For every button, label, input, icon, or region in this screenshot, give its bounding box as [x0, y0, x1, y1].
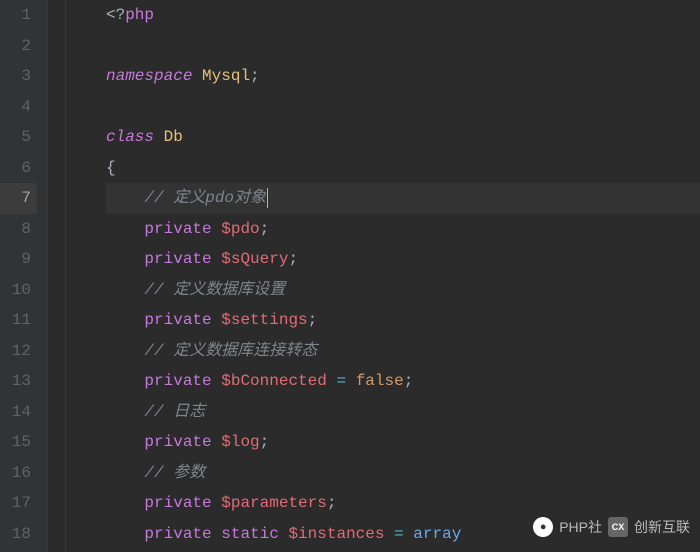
line-number: 17 — [0, 488, 37, 519]
code-line[interactable]: private $sQuery; — [106, 244, 700, 275]
text-cursor — [267, 188, 268, 208]
code-area[interactable]: <?php namespace Mysql; class Db{ // 定义pdo对… — [66, 0, 700, 552]
code-line[interactable]: private $pdo; — [106, 214, 700, 245]
line-number: 16 — [0, 458, 37, 489]
line-number: 5 — [0, 122, 37, 153]
wechat-icon: ● — [533, 517, 553, 537]
line-number: 13 — [0, 366, 37, 397]
code-line[interactable]: // 定义数据库设置 — [106, 275, 700, 306]
code-line[interactable]: class Db — [106, 122, 700, 153]
code-line[interactable]: private $settings; — [106, 305, 700, 336]
line-number-gutter: 123456789101112131415161718 — [0, 0, 48, 552]
code-line[interactable]: // 定义pdo对象 — [106, 183, 700, 214]
line-number: 12 — [0, 336, 37, 367]
line-number: 6 — [0, 153, 37, 184]
line-number: 8 — [0, 214, 37, 245]
line-number: 15 — [0, 427, 37, 458]
line-number: 1 — [0, 0, 37, 31]
code-line[interactable]: private $bConnected = false; — [106, 366, 700, 397]
code-line[interactable]: { — [106, 153, 700, 184]
watermark: ● PHP社 CX 创新互联 — [533, 512, 690, 543]
code-line[interactable]: // 日志 — [106, 397, 700, 428]
line-number: 14 — [0, 397, 37, 428]
cx-icon: CX — [608, 517, 628, 537]
watermark-text-2: 创新互联 — [634, 512, 690, 543]
fold-column — [48, 0, 66, 552]
code-line[interactable] — [106, 31, 700, 62]
line-number: 2 — [0, 31, 37, 62]
code-line[interactable]: // 定义数据库连接转态 — [106, 336, 700, 367]
watermark-text-1: PHP社 — [559, 512, 602, 543]
line-number: 4 — [0, 92, 37, 123]
line-number: 11 — [0, 305, 37, 336]
code-line[interactable] — [106, 92, 700, 123]
code-line[interactable]: private $log; — [106, 427, 700, 458]
code-line[interactable]: namespace Mysql; — [106, 61, 700, 92]
line-number: 3 — [0, 61, 37, 92]
code-editor[interactable]: 123456789101112131415161718 <?phpnamespa… — [0, 0, 700, 552]
line-number: 10 — [0, 275, 37, 306]
line-number: 7 — [0, 183, 37, 214]
code-line[interactable]: // 参数 — [106, 458, 700, 489]
line-number: 9 — [0, 244, 37, 275]
line-number: 18 — [0, 519, 37, 550]
code-line[interactable]: <?php — [106, 0, 700, 31]
